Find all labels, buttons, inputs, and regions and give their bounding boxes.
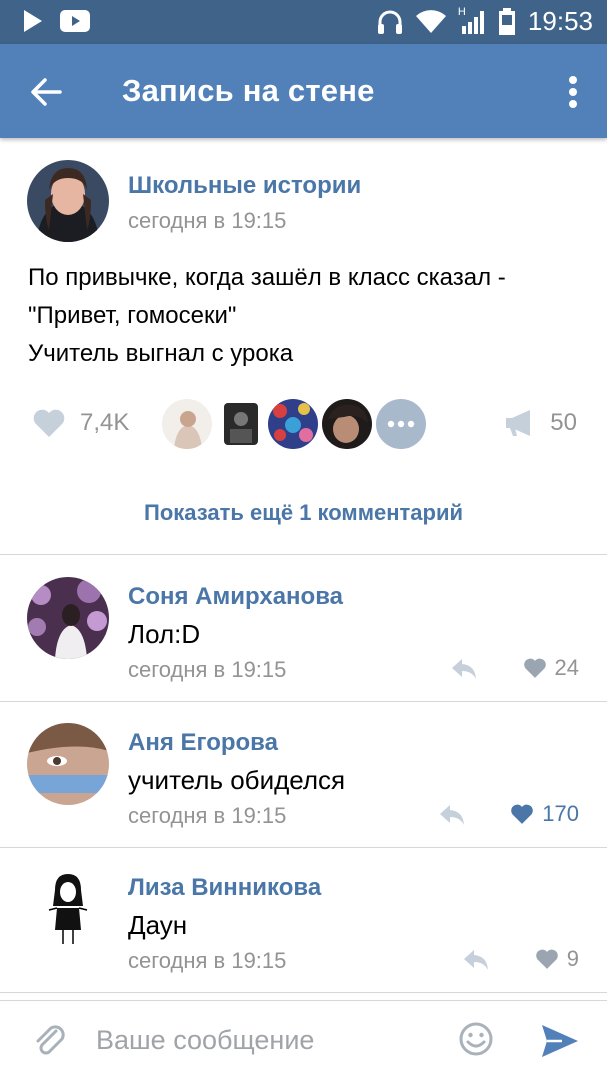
liker-avatar[interactable]: [268, 399, 318, 449]
comment-text: Даун: [128, 910, 188, 940]
author-avatar[interactable]: [27, 160, 109, 242]
message-composer: Ваше сообщение: [0, 1000, 607, 1080]
paperclip-icon[interactable]: [32, 1023, 68, 1059]
emoji-icon[interactable]: [458, 1021, 494, 1057]
post-actions: 7,4K 50: [0, 396, 607, 452]
comment-text: Лол:D: [128, 619, 201, 649]
youtube-icon: [60, 10, 90, 32]
status-time: 19:53: [527, 6, 593, 36]
wifi-icon: [415, 9, 446, 33]
commenter-name[interactable]: Лиза Винникова: [128, 874, 321, 902]
like-count: 7,4K: [80, 409, 130, 436]
status-bar: H 19:53: [0, 0, 607, 44]
reply-icon[interactable]: [450, 657, 478, 681]
commenter-name[interactable]: Аня Егорова: [128, 729, 278, 757]
post-text-line: По привычке, когда зашёл в класс сказал …: [28, 264, 506, 291]
commenter-avatar[interactable]: [27, 577, 109, 659]
heart-icon: [511, 804, 534, 824]
comment-like-count: 170: [542, 801, 579, 826]
comment-time: сегодня в 19:15: [128, 948, 287, 973]
comment-item: Аня Егорова учитель обиделся сегодня в 1…: [0, 701, 607, 847]
repost-button[interactable]: 50: [504, 408, 577, 438]
reply-icon[interactable]: [438, 803, 466, 827]
more-horizontal-icon: [387, 420, 415, 428]
post-text-line: Учитель выгнал с урока: [28, 340, 294, 367]
liker-avatar[interactable]: [322, 399, 372, 449]
comment-like-button[interactable]: 170: [510, 801, 579, 827]
liker-avatar[interactable]: [162, 399, 212, 449]
divider: [0, 992, 607, 993]
page-title: Запись на стене: [122, 73, 375, 108]
app-bar: Запись на стене: [0, 44, 607, 138]
battery-icon: [498, 7, 515, 35]
play-store-icon: [24, 10, 42, 32]
heart-icon: [535, 949, 558, 969]
comment-time: сегодня в 19:15: [128, 803, 287, 828]
comment-time: сегодня в 19:15: [128, 657, 287, 682]
comment-item: Соня Амирханова Лол:D сегодня в 19:15 24: [0, 555, 607, 701]
heart-icon: [523, 658, 546, 678]
post-text-line: "Привет, гомосеки": [28, 302, 237, 329]
send-icon[interactable]: [540, 1023, 580, 1059]
more-vertical-icon[interactable]: [565, 72, 581, 112]
comment-like-button[interactable]: 9: [535, 946, 579, 972]
comment-like-count: 24: [554, 655, 579, 680]
post-time: сегодня в 19:15: [128, 208, 287, 233]
megaphone-icon: [506, 410, 531, 436]
commenter-name[interactable]: Соня Амирханова: [128, 583, 343, 611]
post-text: По привычке, когда зашёл в класс сказал …: [28, 259, 588, 373]
comment-item: Лиза Винникова Даун сегодня в 19:15 9: [0, 846, 607, 992]
post-author[interactable]: Школьные истории: [128, 172, 361, 200]
liker-avatar[interactable]: [216, 399, 266, 449]
message-input[interactable]: Ваше сообщение: [96, 1025, 314, 1056]
commenter-avatar[interactable]: [27, 723, 109, 805]
heart-icon: [33, 409, 65, 437]
commenter-avatar[interactable]: [27, 868, 109, 950]
comment-text: учитель обиделся: [128, 765, 346, 795]
like-button[interactable]: 7,4K: [32, 408, 129, 438]
show-more-comments-link[interactable]: Показать ещё 1 комментарий: [0, 500, 607, 526]
reply-icon[interactable]: [462, 948, 490, 972]
arrow-left-icon[interactable]: [26, 72, 66, 112]
signal-icon: [461, 10, 484, 34]
comment-like-button[interactable]: 24: [523, 655, 579, 681]
comment-like-count: 9: [566, 946, 579, 971]
more-likers-button[interactable]: [376, 399, 426, 449]
headphones-icon: [377, 10, 402, 34]
repost-count: 50: [550, 409, 577, 436]
